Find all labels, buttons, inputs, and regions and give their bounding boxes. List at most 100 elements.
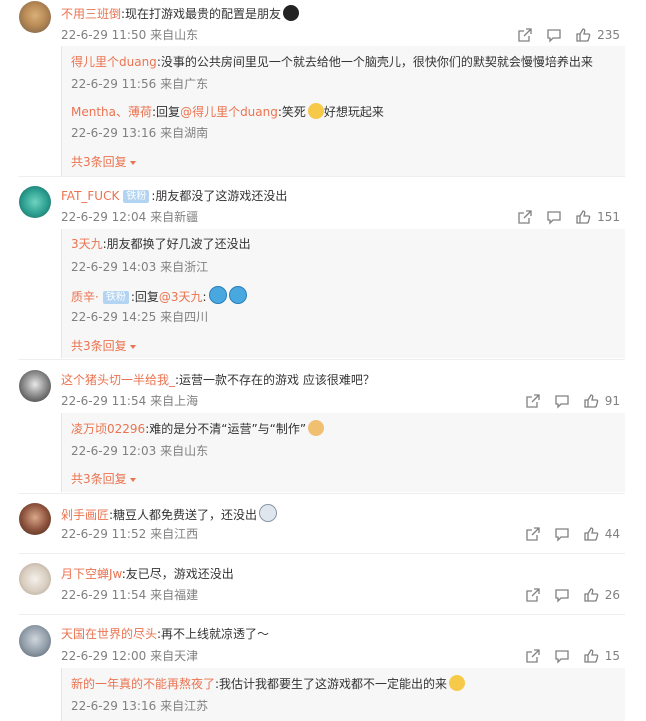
reply-date: 22-6-29 13:16 (71, 126, 157, 140)
avatar[interactable] (19, 625, 51, 657)
reply-location: 来自江苏 (160, 699, 209, 713)
doge-emoji (308, 420, 325, 436)
comment-icon[interactable] (554, 648, 570, 664)
share-icon[interactable] (517, 209, 533, 225)
reply-location: 来自浙江 (160, 260, 209, 274)
comment-author[interactable]: FAT_FUCK (61, 189, 119, 203)
comment-icon[interactable] (554, 526, 570, 542)
share-icon[interactable] (525, 648, 541, 664)
comment-text: 天国在世界的尽头:再不上线就凉透了～ (61, 626, 269, 642)
comment-text: 不用三班倒:现在打游戏最贵的配置是朋友 (61, 5, 300, 22)
reply-meta: 22-6-29 12:03 来自山东 (71, 444, 208, 458)
reply-body: : (202, 290, 207, 304)
avatar[interactable] (19, 186, 51, 218)
like-button[interactable]: 235 (575, 27, 620, 43)
share-icon[interactable] (525, 393, 541, 409)
comment-author[interactable]: 月下空蝉Jw (61, 567, 122, 581)
comment-meta: 22-6-29 11:50 来自山东 (61, 28, 198, 42)
chevron-down-icon (129, 160, 136, 165)
reply-author[interactable]: 3天九 (71, 237, 103, 251)
like-button[interactable]: 15 (583, 648, 620, 664)
divider (19, 176, 625, 177)
reply-body: :没事的公共房间里见一个就去给他一个脑壳儿，很快你们的默契就会慢慢培养出来 (156, 55, 593, 69)
laugh-cry-emoji (307, 103, 324, 119)
share-icon[interactable] (525, 526, 541, 542)
like-button[interactable]: 151 (575, 209, 620, 225)
reply-text: 得儿里个duang:没事的公共房间里见一个就去给他一个脑壳儿，很快你们的默契就会… (71, 54, 593, 70)
comment-location: 来自山东 (150, 28, 199, 42)
reply-date: 22-6-29 13:16 (71, 699, 157, 713)
comment-author[interactable]: 不用三班倒 (61, 7, 121, 21)
crying-emoji (259, 504, 278, 522)
reply-body-continued: 好想玩起来 (323, 105, 384, 119)
more-replies-link[interactable]: 共3条回复 (71, 470, 136, 487)
fan-badge: 铁粉 (102, 291, 129, 304)
share-icon[interactable] (525, 587, 541, 603)
reply-author[interactable]: 质辛· (71, 290, 99, 304)
like-button[interactable]: 91 (583, 393, 620, 409)
avatar[interactable] (19, 563, 51, 595)
comment-author[interactable]: 天国在世界的尽头 (61, 627, 157, 641)
reply-location: 来自湖南 (160, 126, 209, 140)
more-replies-link[interactable]: 共3条回复 (71, 337, 136, 354)
comment-body: :糖豆人都免费送了，还没出 (109, 508, 258, 522)
comment-icon[interactable] (546, 209, 562, 225)
reply-location: 来自山东 (160, 444, 209, 458)
avatar[interactable] (19, 1, 51, 33)
reply-body: :我估计我都要生了这游戏都不一定能出的来 (215, 677, 448, 691)
comment-body: :再不上线就凉透了～ (157, 627, 270, 641)
share-icon[interactable] (517, 27, 533, 43)
chevron-down-icon (129, 477, 136, 482)
reply-date: 22-6-29 14:03 (71, 260, 157, 274)
fan-badge: 铁粉 (123, 190, 150, 203)
more-replies-label: 共3条回复 (71, 155, 127, 169)
like-count: 235 (597, 28, 620, 42)
reply-meta: 22-6-29 13:16 来自湖南 (71, 126, 208, 140)
reply-author[interactable]: 凌万顷02296 (71, 422, 145, 436)
comment-date: 22-6-29 11:52 (61, 527, 147, 541)
reply-author[interactable]: 新的一年真的不能再熬夜了 (71, 677, 215, 691)
reply-date: 22-6-29 12:03 (71, 444, 157, 458)
reply-author[interactable]: Mentha、薄荷 (71, 105, 152, 119)
reply-prefix: :回复 (130, 290, 159, 304)
comment-meta: 22-6-29 11:52 来自江西 (61, 527, 198, 541)
comment-icon[interactable] (554, 587, 570, 603)
reply-list: 凌万顷02296:难的是分不清“运营”与“制作” 22-6-29 12:03 来… (61, 413, 625, 492)
avatar[interactable] (19, 503, 51, 535)
comment-meta: 22-6-29 11:54 来自上海 (61, 394, 198, 408)
reply-author[interactable]: 得儿里个duang (71, 55, 157, 69)
shrug-emoji (449, 675, 466, 691)
comment-author[interactable]: 这个猪头切一半给我_ (61, 373, 175, 387)
reply-mention[interactable]: @3天九 (159, 290, 203, 304)
comment-date: 22-6-29 11:54 (61, 394, 147, 408)
comment-date: 22-6-29 11:54 (61, 588, 147, 602)
divider (19, 553, 625, 554)
reply-date: 22-6-29 11:56 (71, 77, 157, 91)
reply-list: 3天九:朋友都换了好几波了还没出 22-6-29 14:03 来自浙江 质辛· 铁… (61, 229, 625, 358)
comment-icon[interactable] (546, 27, 562, 43)
reply-text: 新的一年真的不能再熬夜了:我估计我都要生了这游戏都不一定能出的来 (71, 675, 466, 692)
comment-icon[interactable] (554, 393, 570, 409)
comment-body: :现在打游戏最贵的配置是朋友 (121, 7, 282, 21)
comment-body: :朋友都没了这游戏还没出 (151, 189, 288, 203)
like-button[interactable]: 44 (583, 526, 620, 542)
comment-actions: 26 (525, 587, 620, 603)
comment-location: 来自天津 (150, 649, 199, 663)
reply-body: :笑死 (277, 105, 306, 119)
like-button[interactable]: 26 (583, 587, 620, 603)
comment-actions: 91 (525, 393, 620, 409)
comment-body: :友已尽，游戏还没出 (121, 567, 234, 581)
reply-text: 3天九:朋友都换了好几波了还没出 (71, 236, 251, 252)
like-count: 91 (604, 394, 620, 408)
reply-meta: 22-6-29 14:25 来自四川 (71, 310, 208, 324)
more-replies-link[interactable]: 共3条回复 (71, 153, 136, 170)
comment-actions: 151 (517, 209, 620, 225)
comment-author[interactable]: 剁手画匠 (61, 508, 109, 522)
reply-text: Mentha、薄荷:回复@得儿里个duang:笑死 好想玩起来 (71, 103, 384, 120)
avatar[interactable] (19, 370, 51, 402)
chevron-down-icon (129, 344, 136, 349)
reply-mention[interactable]: @得儿里个duang (180, 105, 278, 119)
reply-prefix: :回复 (152, 105, 181, 119)
divider (19, 493, 625, 494)
comment-date: 22-6-29 12:04 (61, 210, 147, 224)
